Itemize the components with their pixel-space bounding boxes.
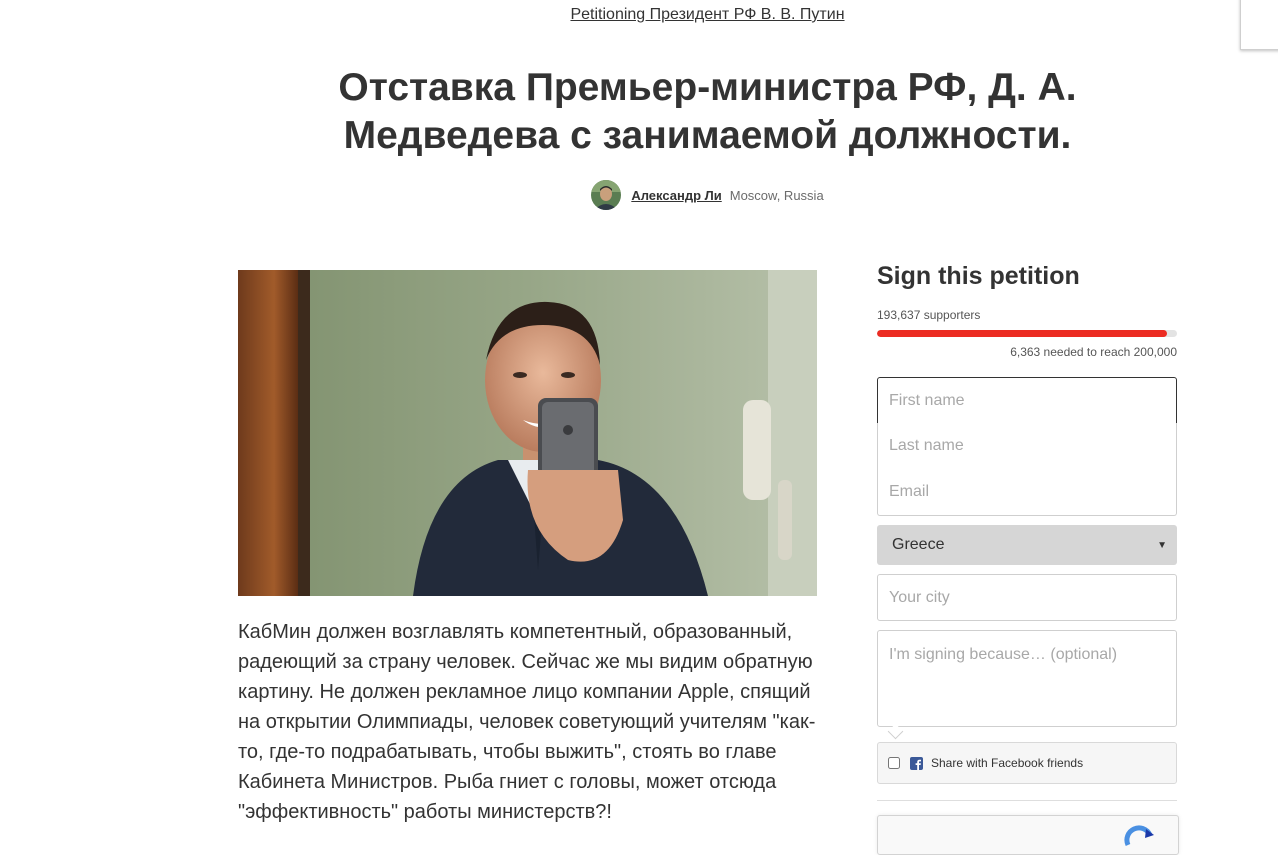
petition-description: КабМин должен возглавлять компетентный, … bbox=[238, 621, 816, 823]
avatar-image bbox=[591, 180, 622, 210]
share-facebook-checkbox[interactable] bbox=[888, 757, 900, 769]
share-facebook-option[interactable]: Share with Facebook friends bbox=[877, 742, 1177, 784]
facebook-icon bbox=[910, 756, 923, 770]
recaptcha-widget[interactable] bbox=[877, 815, 1179, 855]
caret-down-icon: ▼ bbox=[1157, 539, 1167, 551]
author-location: Moscow, Russia bbox=[729, 187, 824, 203]
petitioning-target-link[interactable]: Petitioning Президент РФ В. В. Путин bbox=[0, 6, 1278, 24]
share-facebook-label: Share with Facebook friends bbox=[931, 756, 1084, 770]
signatures-needed-text: 6,363 needed to reach 200,000 bbox=[1010, 345, 1177, 359]
country-selected-value: Greece bbox=[892, 536, 945, 553]
country-select[interactable]: Greece ▼ bbox=[877, 525, 1177, 565]
author-row: Александр Ли Moscow, Russia bbox=[0, 180, 1278, 210]
author-avatar[interactable] bbox=[591, 180, 622, 210]
author-name-link[interactable]: Александр Ли bbox=[631, 188, 721, 203]
signature-progress-fill bbox=[877, 330, 1168, 337]
sign-petition-heading: Sign this petition bbox=[877, 262, 1080, 290]
form-divider bbox=[877, 800, 1177, 801]
first-name-input[interactable] bbox=[877, 377, 1177, 424]
signing-reason-textarea[interactable] bbox=[877, 630, 1177, 727]
supporters-count: 193,637 supporters bbox=[877, 308, 981, 322]
signature-progress-bar bbox=[877, 330, 1177, 337]
recaptcha-icon bbox=[1124, 825, 1154, 847]
petition-title: Отставка Премьер-министра РФ, Д. А. Медв… bbox=[338, 66, 1077, 157]
petition-photo bbox=[238, 270, 817, 596]
city-input[interactable] bbox=[877, 574, 1177, 621]
last-name-input[interactable] bbox=[877, 423, 1177, 470]
petition-photo-image bbox=[238, 270, 817, 596]
email-input[interactable] bbox=[877, 469, 1177, 516]
